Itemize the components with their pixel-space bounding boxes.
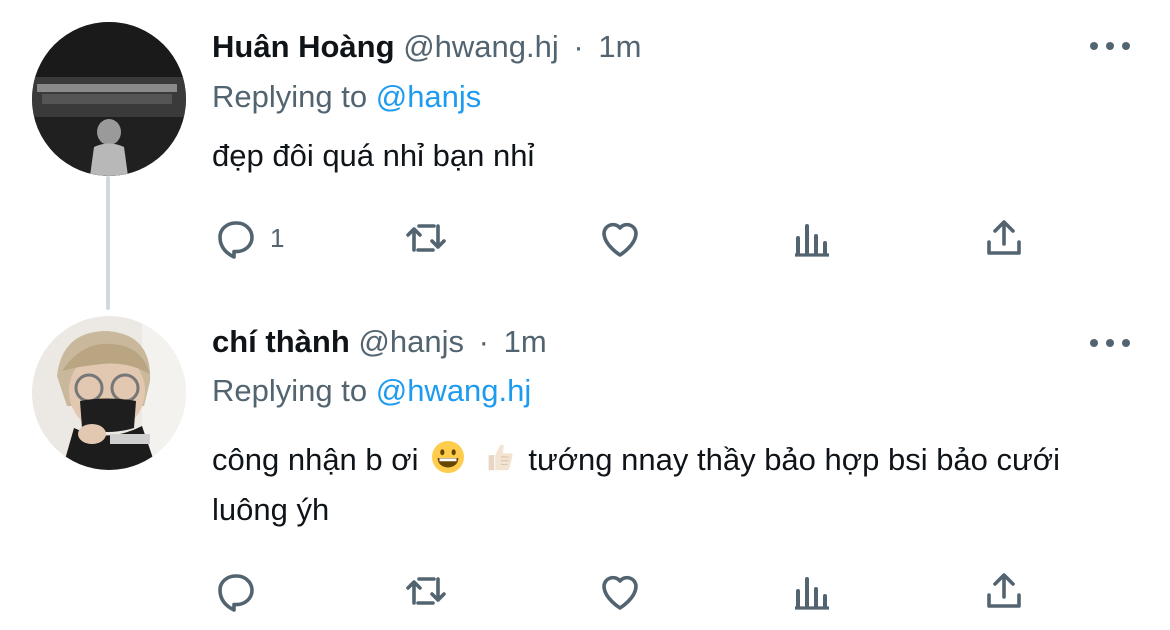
reply-tweet[interactable]: Huân Hoàng @hwang.hj · 1m Replying to @h… xyxy=(0,0,1170,300)
retweet-icon xyxy=(406,577,446,605)
analytics-button[interactable] xyxy=(788,212,836,264)
reply-button[interactable]: 1 xyxy=(212,212,284,264)
user-handle[interactable]: @hwang.hj xyxy=(403,29,559,64)
heart-icon xyxy=(602,575,638,610)
reply-tweet[interactable]: chí thành @hanjs · 1m Replying to @hwang… xyxy=(0,300,1170,630)
avatar[interactable] xyxy=(32,22,186,176)
timestamp[interactable]: 1m xyxy=(504,324,547,359)
analytics-bars-icon xyxy=(795,224,829,257)
tweet-actions xyxy=(212,565,1042,617)
replying-to-link[interactable]: @hwang.hj xyxy=(376,373,532,408)
thumbs-up-emoji-icon xyxy=(482,440,516,487)
analytics-button[interactable] xyxy=(788,565,836,617)
retweet-icon xyxy=(406,224,446,252)
avatar-night-scene-image xyxy=(32,22,186,176)
reply-button[interactable] xyxy=(212,565,270,617)
analytics-bars-icon xyxy=(795,577,829,610)
separator-dot: · xyxy=(478,324,489,359)
grinning-face-emoji-icon xyxy=(431,440,465,487)
tweet-actions: 1 xyxy=(212,212,1042,264)
like-button[interactable] xyxy=(596,212,644,264)
share-upload-icon xyxy=(987,573,1021,608)
replying-prefix: Replying to xyxy=(212,79,368,114)
retweet-button[interactable] xyxy=(402,565,450,617)
avatar-person-image xyxy=(32,316,186,470)
display-name[interactable]: Huân Hoàng xyxy=(212,29,395,64)
tweet-header: chí thành @hanjs · 1m xyxy=(212,324,547,360)
tweet-text: công nhận b ơi tướng nnay thầy bảo hợp b… xyxy=(212,437,1132,533)
tweet-text-part: công nhận b ơi xyxy=(212,442,419,477)
more-options-icon[interactable] xyxy=(1090,36,1130,56)
replying-to: Replying to @hanjs xyxy=(212,79,481,115)
timestamp[interactable]: 1m xyxy=(598,29,641,64)
separator-dot: · xyxy=(573,29,584,64)
tweet-text: đẹp đôi quá nhỉ bạn nhỉ xyxy=(212,138,535,173)
user-handle[interactable]: @hanjs xyxy=(358,324,464,359)
replying-to: Replying to @hwang.hj xyxy=(212,373,531,409)
reply-count: 1 xyxy=(270,222,285,253)
reply-icon xyxy=(218,221,254,259)
tweet-header: Huân Hoàng @hwang.hj · 1m xyxy=(212,29,641,65)
share-button[interactable] xyxy=(980,212,1028,264)
heart-icon xyxy=(602,222,638,257)
display-name[interactable]: chí thành xyxy=(212,324,350,359)
avatar[interactable] xyxy=(32,316,186,470)
like-button[interactable] xyxy=(596,565,644,617)
replying-prefix: Replying to xyxy=(212,373,368,408)
share-upload-icon xyxy=(987,220,1021,255)
more-options-icon[interactable] xyxy=(1090,333,1130,353)
reply-icon xyxy=(218,574,254,612)
replying-to-link[interactable]: @hanjs xyxy=(376,79,482,114)
share-button[interactable] xyxy=(980,565,1028,617)
retweet-button[interactable] xyxy=(402,212,450,264)
